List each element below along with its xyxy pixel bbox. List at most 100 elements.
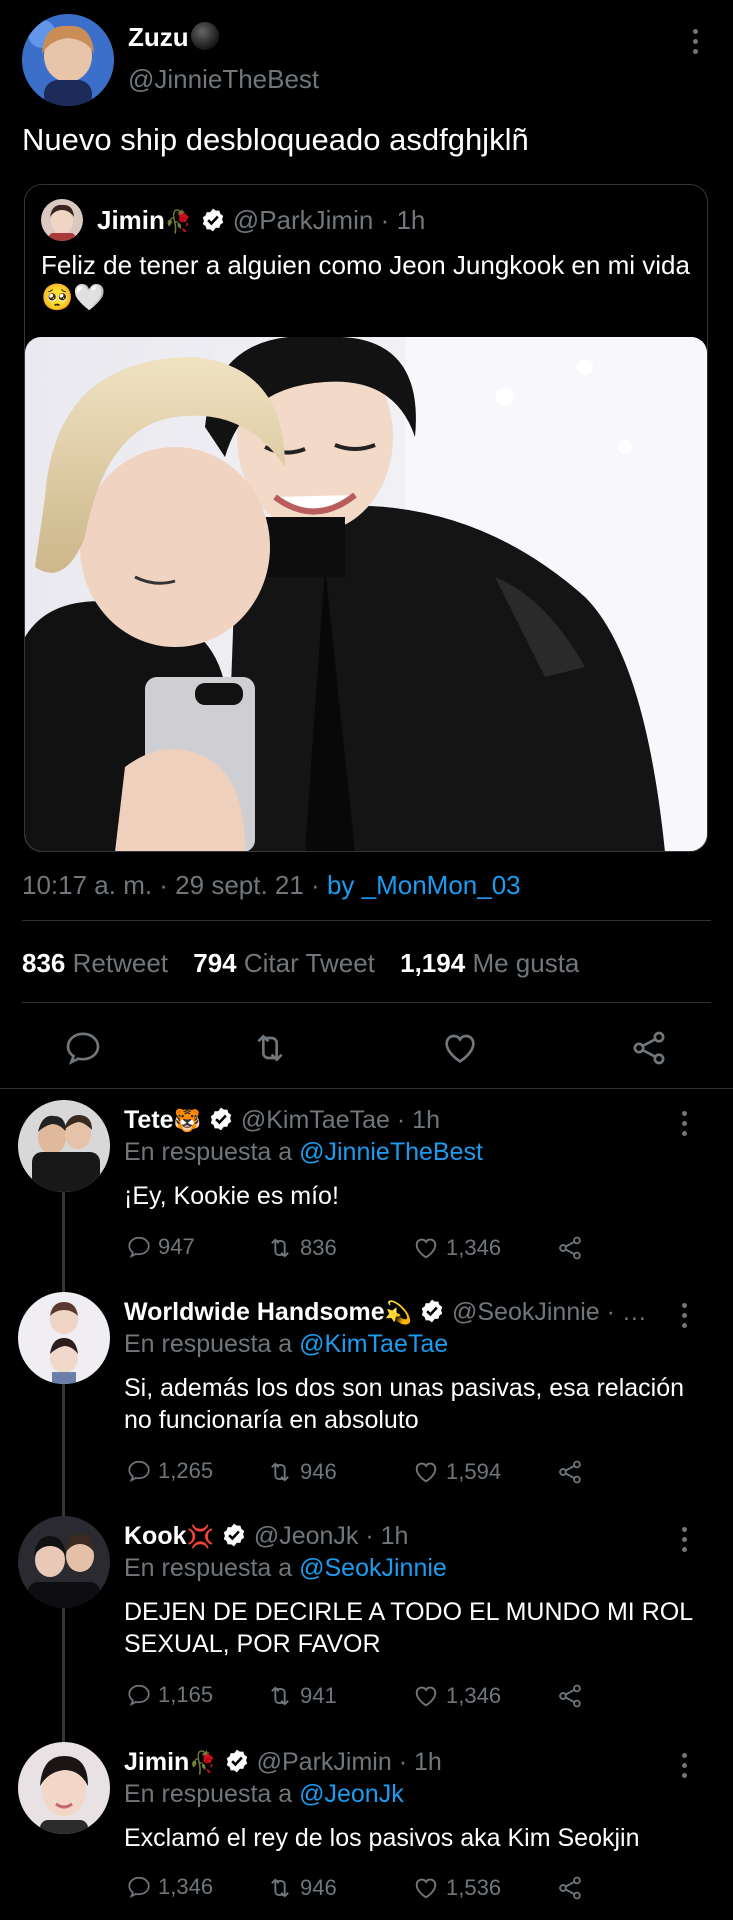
retweet-label[interactable]: Retweet: [73, 948, 168, 978]
reply-to-link[interactable]: @KimTaeTae: [299, 1330, 448, 1358]
reply-icon: [128, 1236, 150, 1258]
reply-time: …: [621, 1298, 647, 1326]
reply-comment-button[interactable]: 1,346: [126, 1874, 213, 1900]
reply-text: DEJEN DE DECIRLE A TODO EL MUNDO MI ROL …: [124, 1598, 693, 1658]
verified-badge-icon: [226, 1749, 247, 1773]
rose-emoji: 🥀: [164, 209, 193, 234]
reply-tweet[interactable]: Jimin🥀 @ParkJimin · 1h En respuesta a @J…: [0, 1742, 733, 1917]
tweet-source-link[interactable]: by _MonMon_03: [327, 870, 521, 900]
like-icon: [415, 1462, 437, 1483]
reply-share-button[interactable]: [556, 1234, 590, 1262]
reply-retweet-button[interactable]: 836: [266, 1234, 337, 1262]
like-count[interactable]: 1,194: [400, 948, 465, 978]
anger-emoji: 💢: [186, 1524, 214, 1549]
tweet-action-bar: [0, 1024, 733, 1072]
reply-avatar[interactable]: [18, 1742, 110, 1834]
retweet-count[interactable]: 836: [22, 948, 65, 978]
retweet-icon: [271, 1686, 289, 1706]
reply-header: Jimin🥀 @ParkJimin · 1h: [124, 1748, 442, 1776]
reply-handle: @ParkJimin: [256, 1748, 392, 1776]
reply-icon[interactable]: [63, 1028, 103, 1068]
reply-tweet[interactable]: Kook💢 @JeonJk · 1h En respuesta a @SeokJ…: [0, 1516, 733, 1726]
retweet-icon: [271, 1462, 289, 1482]
more-options-icon[interactable]: [677, 1750, 691, 1780]
share-icon: [559, 1236, 581, 1260]
dizzy-emoji: 💫: [384, 1300, 413, 1325]
reply-header: Kook💢 @JeonJk · 1h: [124, 1522, 409, 1550]
reply-handle: @SeokJinnie: [452, 1298, 600, 1326]
reply-actions: 1,265 946 1,594: [124, 1458, 684, 1488]
tweet-stats: 836 Retweet 794 Citar Tweet 1,194 Me gus…: [22, 948, 597, 979]
more-options-icon[interactable]: [677, 1524, 691, 1554]
divider: [22, 920, 711, 921]
reply-like-button[interactable]: 1,594: [412, 1458, 501, 1486]
share-icon: [559, 1460, 581, 1484]
quote-count[interactable]: 794: [193, 948, 236, 978]
quoted-text: Feliz de tener a alguien como Jeon Jungk…: [41, 250, 690, 312]
main-tweet: Zuzu @JinnieTheBest Nuevo ship desbloque…: [0, 0, 733, 1090]
reply-like-button[interactable]: 1,536: [412, 1874, 501, 1902]
reply-actions: 1,346 946 1,536: [124, 1874, 684, 1904]
like-label[interactable]: Me gusta: [472, 948, 579, 978]
like-icon[interactable]: [440, 1028, 480, 1068]
more-options-icon[interactable]: [677, 1108, 691, 1138]
author-handle[interactable]: @JinnieTheBest: [128, 64, 319, 95]
reply-retweet-button[interactable]: 941: [266, 1682, 337, 1710]
reply-retweet-button[interactable]: 946: [266, 1874, 337, 1902]
reply-handle: @KimTaeTae: [240, 1106, 390, 1134]
more-options-icon[interactable]: [677, 1300, 691, 1330]
reply-share-button[interactable]: [556, 1682, 590, 1710]
reply-author-name[interactable]: Tete: [124, 1106, 174, 1134]
quote-label[interactable]: Citar Tweet: [244, 948, 375, 978]
reply-avatar[interactable]: [18, 1292, 110, 1384]
reply-icon: [128, 1684, 150, 1706]
more-options-icon[interactable]: [688, 26, 702, 56]
quoted-author-avatar: [41, 199, 83, 241]
reply-avatar[interactable]: [18, 1100, 110, 1192]
divider: [0, 1088, 733, 1089]
verified-badge-icon: [210, 1107, 232, 1131]
reply-comment-button[interactable]: 947: [126, 1234, 195, 1260]
reply-to-link[interactable]: @SeokJinnie: [299, 1554, 447, 1582]
reply-actions: 1,165 941 1,346: [124, 1682, 684, 1712]
tweet-timestamp: 10:17 a. m. · 29 sept. 21 · by _MonMon_0…: [22, 870, 521, 900]
reply-to-link[interactable]: @JinnieTheBest: [299, 1138, 483, 1166]
rose-emoji: 🥀: [189, 1750, 217, 1775]
reply-share-button[interactable]: [556, 1458, 590, 1486]
quoted-photo[interactable]: [25, 337, 707, 851]
share-icon: [559, 1876, 581, 1900]
reply-comment-button[interactable]: 1,265: [126, 1458, 213, 1484]
verified-badge-icon: [202, 208, 223, 232]
share-icon[interactable]: [629, 1028, 669, 1068]
reply-icon: [128, 1876, 150, 1898]
reply-like-button[interactable]: 1,346: [412, 1682, 501, 1710]
quoted-tweet[interactable]: Jimin🥀 @ParkJimin · 1h Feliz de tener a …: [24, 184, 708, 852]
reply-like-button[interactable]: 1,346: [412, 1234, 501, 1262]
like-icon: [415, 1878, 437, 1899]
black-circle-icon: [190, 22, 219, 50]
reply-author-name[interactable]: Kook: [124, 1522, 187, 1550]
retweet-icon: [271, 1878, 289, 1898]
reply-header: Worldwide Handsome💫 @SeokJinnie · …: [124, 1298, 647, 1326]
author-name[interactable]: Zuzu: [128, 22, 219, 53]
reply-retweet-button[interactable]: 946: [266, 1458, 337, 1486]
retweet-icon[interactable]: [250, 1028, 290, 1068]
quoted-handle: @ParkJimin: [232, 205, 374, 235]
reply-to-link[interactable]: @JeonJk: [299, 1780, 404, 1808]
like-icon: [415, 1686, 437, 1707]
reply-text: ¡Ey, Kookie es mío!: [124, 1182, 339, 1210]
reply-icon: [128, 1460, 150, 1482]
reply-share-button[interactable]: [556, 1874, 590, 1902]
reply-comment-button[interactable]: 1,165: [126, 1682, 213, 1708]
verified-badge-icon: [421, 1299, 443, 1323]
reply-time: 1h: [380, 1522, 409, 1550]
quoted-author-name[interactable]: Jimin: [97, 205, 165, 235]
reply-tweet[interactable]: Tete🐯 @KimTaeTae · 1h En respuesta a @Ji…: [0, 1100, 733, 1270]
reply-author-name[interactable]: Worldwide Handsome: [124, 1298, 385, 1326]
reply-author-name[interactable]: Jimin: [124, 1748, 189, 1776]
reply-avatar[interactable]: [18, 1516, 110, 1608]
author-avatar[interactable]: [22, 14, 114, 106]
reply-tweet[interactable]: Worldwide Handsome💫 @SeokJinnie · … En r…: [0, 1292, 733, 1502]
reply-context: En respuesta a @KimTaeTae: [124, 1330, 449, 1358]
tiger-emoji: 🐯: [173, 1108, 201, 1133]
